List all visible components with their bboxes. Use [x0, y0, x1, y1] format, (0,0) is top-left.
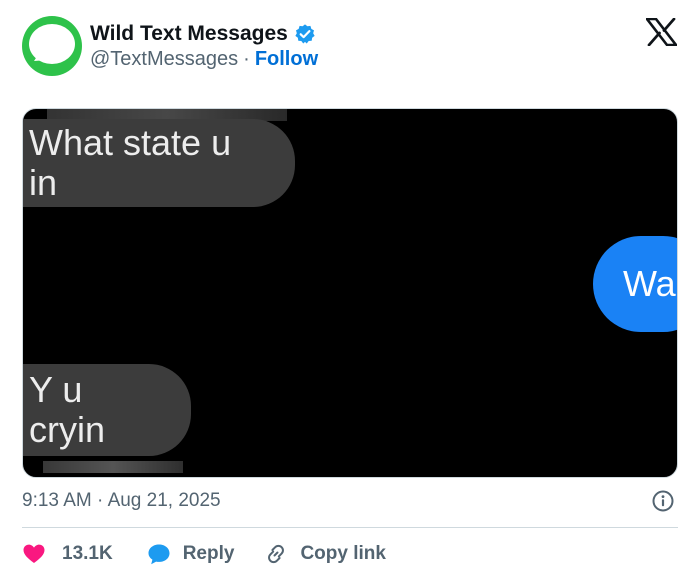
message-bubble-icon[interactable]: [22, 16, 82, 76]
embedded-post: Wild Text Messages @TextMessages · Follo…: [0, 0, 700, 581]
info-icon[interactable]: [652, 490, 674, 512]
link-icon: [268, 544, 285, 564]
follow-button[interactable]: Follow: [255, 47, 318, 71]
verified-badge-icon: [295, 24, 315, 44]
post-time: 9:13 AM: [22, 490, 92, 511]
speech-bubble-icon: [148, 544, 170, 565]
received-message-bubble: What state u in: [23, 119, 295, 207]
post-image[interactable]: What state u in Wa Y u cryin: [22, 108, 678, 478]
post-actions: 13.1K Reply Copy link: [22, 540, 386, 568]
heart-icon: [23, 544, 45, 563]
divider: [22, 527, 678, 528]
reply-button[interactable]: Reply: [147, 542, 235, 566]
copy-link-label: Copy link: [300, 543, 386, 564]
received-message-bubble: Y u cryin: [23, 364, 191, 456]
bubble-edge: [43, 461, 183, 473]
sent-message-bubble: Wa: [593, 236, 677, 332]
author-handle-row: @TextMessages · Follow: [90, 47, 318, 71]
author-display-name[interactable]: Wild Text Messages: [90, 22, 288, 46]
copy-link-button[interactable]: Copy link: [264, 542, 386, 566]
handle-separator: ·: [243, 48, 250, 70]
post-timestamp[interactable]: 9:13 AM · Aug 21, 2025: [22, 489, 221, 513]
x-logo-icon[interactable]: [646, 18, 677, 46]
reply-label: Reply: [182, 543, 235, 564]
like-button[interactable]: 13.1K: [22, 542, 113, 566]
timestamp-separator: ·: [97, 490, 104, 511]
post-date: Aug 21, 2025: [107, 490, 221, 511]
author-handle[interactable]: @TextMessages: [90, 47, 238, 71]
author-name-row: Wild Text Messages: [90, 22, 316, 46]
like-count: 13.1K: [62, 543, 113, 564]
